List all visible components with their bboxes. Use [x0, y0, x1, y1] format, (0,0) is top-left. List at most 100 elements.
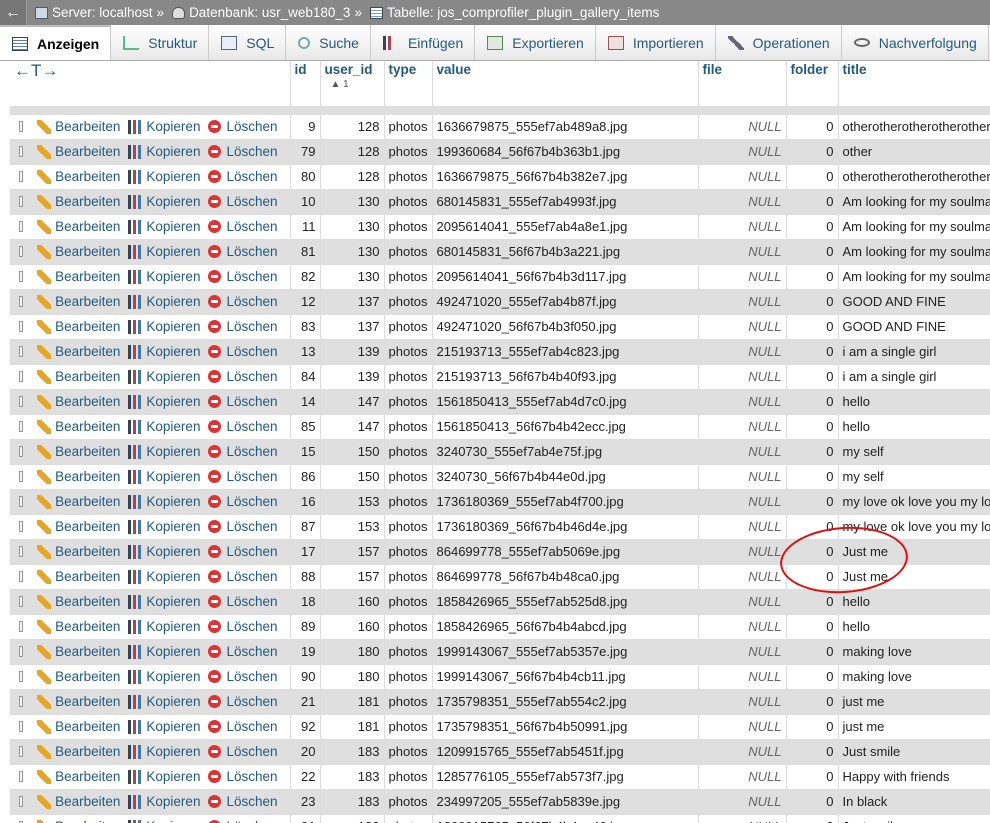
copy-label[interactable]: Kopieren — [146, 444, 200, 459]
delete-label[interactable]: Löschen — [226, 294, 277, 309]
copy-label[interactable]: Kopieren — [146, 644, 200, 659]
copy-label[interactable]: Kopieren — [146, 744, 200, 759]
delete-link[interactable]: Löschen — [208, 269, 278, 284]
delete-link[interactable]: Löschen — [208, 119, 278, 134]
edit-label[interactable]: Bearbeiten — [55, 144, 120, 159]
delete-link[interactable]: Löschen — [208, 319, 278, 334]
copy-link[interactable]: Kopieren — [128, 244, 200, 259]
copy-link[interactable]: Kopieren — [128, 469, 200, 484]
back-arrow-icon[interactable]: ← — [0, 0, 27, 25]
row-checkbox[interactable] — [19, 696, 24, 707]
edit-link[interactable]: Bearbeiten — [37, 369, 120, 384]
delete-label[interactable]: Löschen — [226, 219, 277, 234]
delete-label[interactable]: Löschen — [226, 494, 277, 509]
column-header-type[interactable]: type — [383, 61, 432, 106]
copy-label[interactable]: Kopieren — [146, 294, 200, 309]
delete-label[interactable]: Löschen — [226, 269, 277, 284]
row-checkbox[interactable] — [19, 596, 24, 607]
delete-label[interactable]: Löschen — [226, 194, 277, 209]
edit-label[interactable]: Bearbeiten — [55, 244, 120, 259]
copy-label[interactable]: Kopieren — [146, 394, 200, 409]
edit-label[interactable]: Bearbeiten — [55, 344, 120, 359]
edit-label[interactable]: Bearbeiten — [55, 494, 120, 509]
row-checkbox[interactable] — [19, 746, 24, 757]
row-checkbox[interactable] — [19, 446, 24, 457]
copy-label[interactable]: Kopieren — [146, 194, 200, 209]
edit-link[interactable]: Bearbeiten — [37, 819, 120, 823]
edit-link[interactable]: Bearbeiten — [37, 519, 120, 534]
delete-link[interactable]: Löschen — [208, 369, 278, 384]
delete-link[interactable]: Löschen — [208, 169, 278, 184]
copy-label[interactable]: Kopieren — [146, 819, 200, 823]
copy-label[interactable]: Kopieren — [146, 419, 200, 434]
edit-label[interactable]: Bearbeiten — [55, 644, 120, 659]
copy-link[interactable]: Kopieren — [128, 794, 200, 809]
delete-link[interactable]: Löschen — [208, 794, 278, 809]
delete-link[interactable]: Löschen — [208, 819, 278, 823]
delete-label[interactable]: Löschen — [226, 419, 277, 434]
column-header-title[interactable]: title — [837, 61, 990, 106]
delete-link[interactable]: Löschen — [208, 244, 278, 259]
copy-label[interactable]: Kopieren — [146, 469, 200, 484]
copy-link[interactable]: Kopieren — [128, 119, 200, 134]
edit-link[interactable]: Bearbeiten — [37, 144, 120, 159]
edit-label[interactable]: Bearbeiten — [55, 744, 120, 759]
row-checkbox[interactable] — [19, 246, 24, 257]
copy-link[interactable]: Kopieren — [128, 369, 200, 384]
copy-link[interactable]: Kopieren — [128, 294, 200, 309]
edit-link[interactable]: Bearbeiten — [37, 544, 120, 559]
breadcrumb-server-label[interactable]: Server: localhost — [52, 5, 153, 20]
copy-label[interactable]: Kopieren — [146, 769, 200, 784]
copy-link[interactable]: Kopieren — [128, 619, 200, 634]
edit-link[interactable]: Bearbeiten — [37, 244, 120, 259]
edit-link[interactable]: Bearbeiten — [37, 319, 120, 334]
breadcrumb-database[interactable]: Datenbank: usr_web180_3 » — [172, 5, 362, 20]
row-checkbox[interactable] — [19, 646, 24, 657]
delete-label[interactable]: Löschen — [226, 644, 277, 659]
edit-label[interactable]: Bearbeiten — [55, 319, 120, 334]
copy-link[interactable]: Kopieren — [128, 344, 200, 359]
row-checkbox[interactable] — [19, 671, 24, 682]
row-checkbox[interactable] — [19, 196, 24, 207]
delete-label[interactable]: Löschen — [226, 244, 277, 259]
copy-link[interactable]: Kopieren — [128, 394, 200, 409]
row-checkbox[interactable] — [19, 321, 24, 332]
copy-label[interactable]: Kopieren — [146, 319, 200, 334]
tab-importieren[interactable]: Importieren — [596, 25, 716, 60]
row-checkbox[interactable] — [19, 421, 24, 432]
delete-label[interactable]: Löschen — [226, 719, 277, 734]
edit-label[interactable]: Bearbeiten — [55, 394, 120, 409]
copy-link[interactable]: Kopieren — [128, 644, 200, 659]
copy-link[interactable]: Kopieren — [128, 569, 200, 584]
copy-link[interactable]: Kopieren — [128, 269, 200, 284]
copy-link[interactable]: Kopieren — [128, 194, 200, 209]
tab-exportieren[interactable]: Exportieren — [475, 25, 596, 60]
breadcrumb-table[interactable]: Tabelle: jos_comprofiler_plugin_gallery_… — [369, 5, 659, 20]
edit-link[interactable]: Bearbeiten — [37, 219, 120, 234]
delete-link[interactable]: Löschen — [208, 144, 278, 159]
edit-label[interactable]: Bearbeiten — [55, 794, 120, 809]
delete-label[interactable]: Löschen — [226, 569, 277, 584]
delete-link[interactable]: Löschen — [208, 644, 278, 659]
edit-label[interactable]: Bearbeiten — [55, 219, 120, 234]
edit-link[interactable]: Bearbeiten — [37, 419, 120, 434]
copy-label[interactable]: Kopieren — [146, 594, 200, 609]
edit-link[interactable]: Bearbeiten — [37, 194, 120, 209]
breadcrumb-server[interactable]: Server: localhost » — [35, 5, 164, 20]
copy-label[interactable]: Kopieren — [146, 619, 200, 634]
edit-label[interactable]: Bearbeiten — [55, 594, 120, 609]
copy-label[interactable]: Kopieren — [146, 219, 200, 234]
edit-link[interactable]: Bearbeiten — [37, 469, 120, 484]
delete-link[interactable]: Löschen — [208, 669, 278, 684]
copy-link[interactable]: Kopieren — [128, 819, 200, 823]
copy-link[interactable]: Kopieren — [128, 719, 200, 734]
tab-nachverfolgung[interactable]: Nachverfolgung — [842, 25, 989, 60]
delete-link[interactable]: Löschen — [208, 194, 278, 209]
delete-label[interactable]: Löschen — [226, 769, 277, 784]
copy-link[interactable]: Kopieren — [128, 144, 200, 159]
copy-link[interactable]: Kopieren — [128, 594, 200, 609]
delete-link[interactable]: Löschen — [208, 519, 278, 534]
copy-label[interactable]: Kopieren — [146, 794, 200, 809]
column-header-user-id[interactable]: user_id ▲ 1 — [319, 61, 384, 106]
copy-label[interactable]: Kopieren — [146, 694, 200, 709]
